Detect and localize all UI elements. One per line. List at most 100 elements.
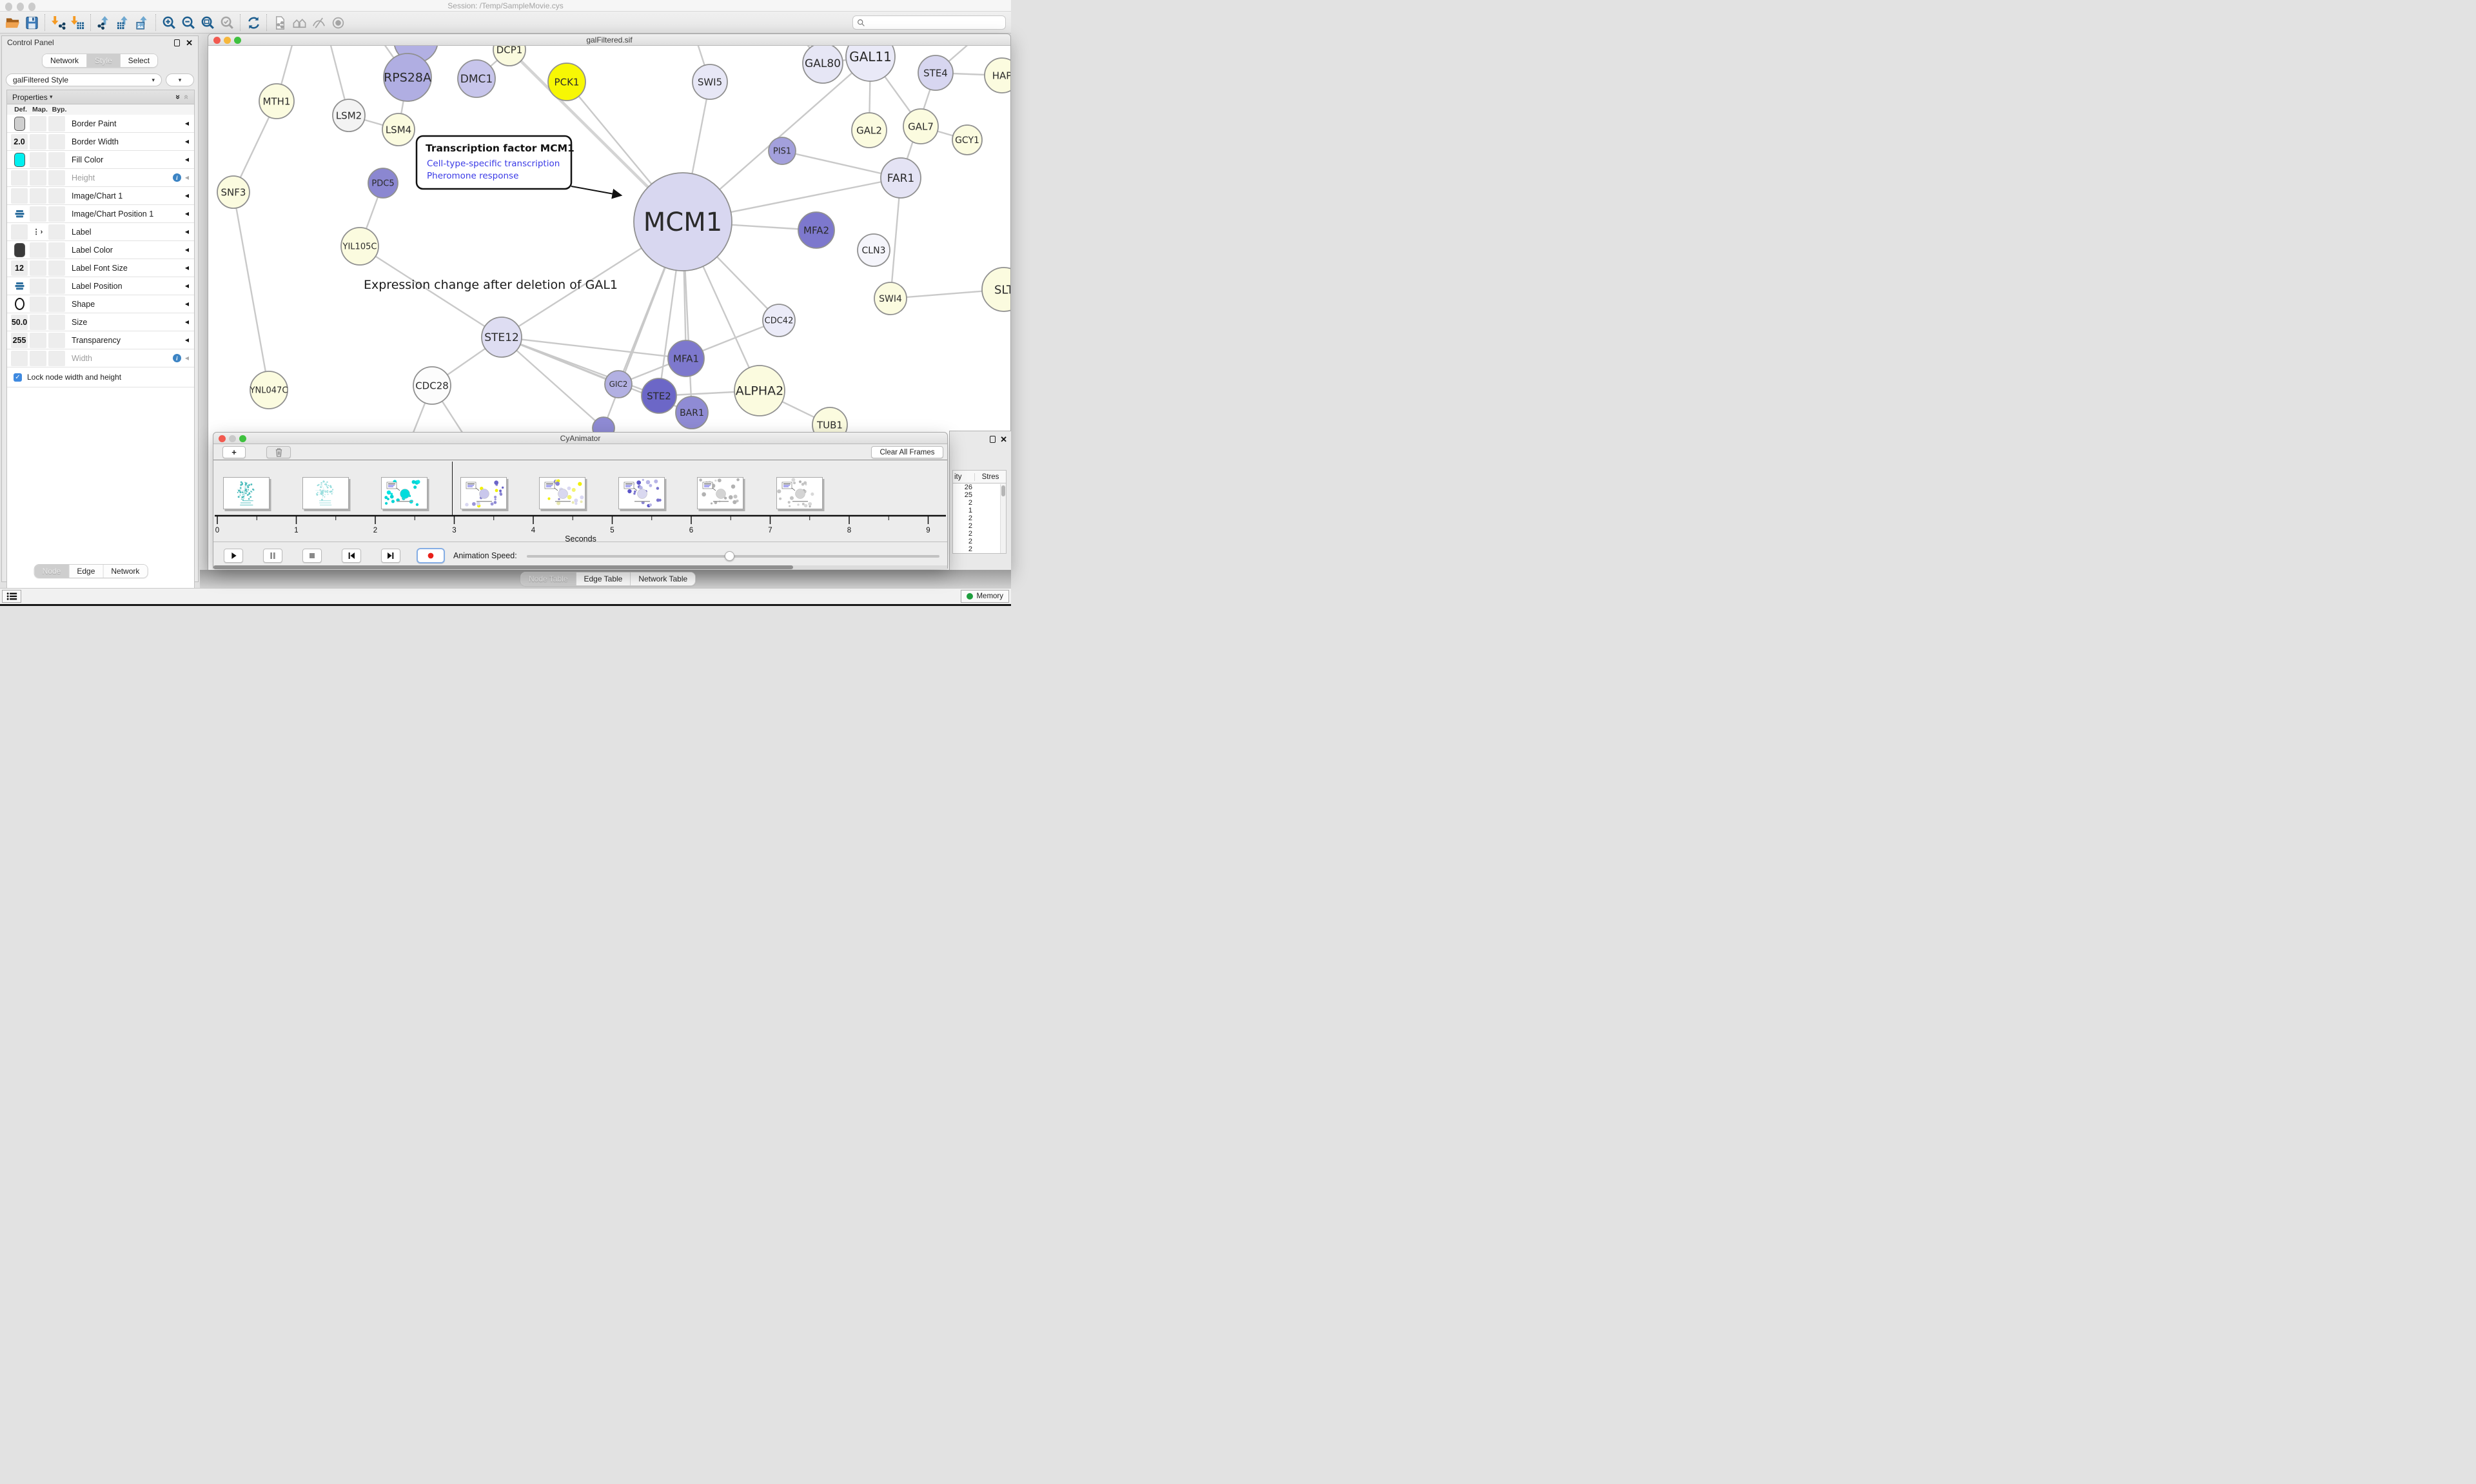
property-row-image-chart-1[interactable]: Image/Chart 1◀ <box>7 187 194 205</box>
search-input[interactable] <box>868 18 1005 27</box>
network-node-mfa2[interactable]: MFA2 <box>798 212 834 248</box>
lock-node-size-row[interactable]: ✓ Lock node width and height <box>7 367 194 387</box>
show-graphics-button[interactable] <box>328 14 348 32</box>
property-byp-cell[interactable] <box>48 242 65 258</box>
property-byp-cell[interactable] <box>48 170 65 186</box>
property-map-cell[interactable] <box>30 170 46 186</box>
expand-row-icon[interactable]: ◀ <box>185 355 189 361</box>
network-node-gal80[interactable]: GAL80 <box>803 46 843 83</box>
property-map-cell[interactable] <box>30 297 46 312</box>
table-row[interactable]: 2 <box>953 514 1006 522</box>
network-node-ste12[interactable]: STE12 <box>482 317 522 357</box>
network-node-lsm2[interactable]: LSM2 <box>333 99 365 132</box>
property-map-cell[interactable] <box>30 206 46 222</box>
property-map-cell[interactable] <box>30 315 46 330</box>
network-node-gal7[interactable]: GAL7 <box>903 109 938 144</box>
refresh-layout-button[interactable] <box>244 14 263 32</box>
property-row-label[interactable]: ⋮›Label◀ <box>7 223 194 241</box>
network-node-cdc28[interactable]: CDC28 <box>413 367 451 404</box>
expand-row-icon[interactable]: ◀ <box>185 193 189 199</box>
property-map-cell[interactable] <box>30 278 46 294</box>
network-node-bar1[interactable]: BAR1 <box>676 396 708 429</box>
property-byp-cell[interactable] <box>48 260 65 276</box>
tab-select[interactable]: Select <box>121 54 157 67</box>
property-map-cell[interactable] <box>30 152 46 168</box>
network-window-titlebar[interactable]: galFiltered.sif <box>208 34 1010 46</box>
expand-row-icon[interactable]: ◀ <box>185 121 189 126</box>
expand-row-icon[interactable]: ◀ <box>185 139 189 144</box>
animation-timeline[interactable]: 0123456789Seconds <box>213 460 947 542</box>
property-map-cell[interactable] <box>30 260 46 276</box>
tab-network[interactable]: Network <box>103 565 147 578</box>
collapse-all-icon[interactable]: « <box>182 95 192 99</box>
property-byp-cell[interactable] <box>48 206 65 222</box>
info-icon[interactable]: i <box>173 354 181 362</box>
property-def-cell[interactable] <box>11 351 28 366</box>
zoom-in-button[interactable] <box>159 14 179 32</box>
expand-row-icon[interactable]: ◀ <box>185 175 189 181</box>
export-table-button[interactable] <box>113 14 133 32</box>
property-map-cell[interactable] <box>30 333 46 348</box>
timeline-playhead[interactable] <box>452 462 453 516</box>
annotation-link[interactable]: Cell-type-specific transcription <box>427 159 560 169</box>
timeline-frame-6[interactable] <box>697 477 743 509</box>
network-node-cdc42[interactable]: CDC42 <box>763 304 795 337</box>
open-session-button[interactable] <box>3 14 22 32</box>
close-panel-icon[interactable]: ✕ <box>1000 435 1007 444</box>
property-def-cell[interactable]: 50.0 <box>11 315 28 330</box>
property-row-width[interactable]: Widthi◀ <box>7 349 194 367</box>
network-edge[interactable] <box>233 192 269 390</box>
property-map-cell[interactable] <box>30 351 46 366</box>
slider-thumb[interactable] <box>725 551 734 561</box>
zoom-out-button[interactable] <box>179 14 198 32</box>
pause-button[interactable] <box>263 549 282 563</box>
table-row[interactable]: 2 <box>953 499 1006 507</box>
network-node-cln3[interactable]: CLN3 <box>858 234 890 266</box>
property-def-cell[interactable] <box>11 152 28 168</box>
property-row-transparency[interactable]: 255Transparency◀ <box>7 331 194 349</box>
network-node-ste2[interactable]: STE2 <box>642 378 676 413</box>
network-node-mfa1[interactable]: MFA1 <box>668 340 704 376</box>
expand-row-icon[interactable]: ◀ <box>185 229 189 235</box>
network-node-far1[interactable]: FAR1 <box>881 158 921 198</box>
network-node-gcy1[interactable]: GCY1 <box>952 125 982 155</box>
network-node-dmc1[interactable]: DMC1 <box>458 60 495 97</box>
network-node-pdc5[interactable]: PDC5 <box>368 168 398 198</box>
canvas-caption-annotation[interactable]: Expression change after deletion of GAL1 <box>364 278 618 292</box>
delete-frame-button[interactable] <box>266 446 291 458</box>
network-node-slt[interactable]: SLT <box>982 268 1010 311</box>
memory-button[interactable]: Memory <box>961 590 1009 603</box>
property-byp-cell[interactable] <box>48 134 65 150</box>
save-session-button[interactable] <box>22 14 41 32</box>
property-map-cell[interactable] <box>30 242 46 258</box>
tab-edge-table[interactable]: Edge Table <box>576 572 631 585</box>
close-panel-icon[interactable]: ✕ <box>186 39 193 47</box>
property-row-size[interactable]: 50.0Size◀ <box>7 313 194 331</box>
horizontal-scrollbar[interactable] <box>213 565 947 569</box>
timeline-frame-1[interactable] <box>302 477 349 509</box>
annotation-box[interactable]: Transcription factor MCM1Cell-type-speci… <box>417 136 575 189</box>
timeline-frame-3[interactable] <box>460 477 507 509</box>
network-node-lsm4[interactable]: LSM4 <box>382 113 415 146</box>
property-def-cell[interactable] <box>11 206 28 222</box>
property-row-shape[interactable]: Shape◀ <box>7 295 194 313</box>
annotation-link[interactable]: Pheromone response <box>427 171 518 181</box>
info-icon[interactable]: i <box>173 173 181 182</box>
record-button[interactable] <box>417 548 445 563</box>
column-header[interactable]: ity <box>953 473 975 481</box>
property-def-cell[interactable] <box>11 224 28 240</box>
network-node-rps28a[interactable]: RPS28A <box>384 54 431 101</box>
property-map-cell[interactable]: ⋮› <box>30 224 46 240</box>
property-byp-cell[interactable] <box>48 351 65 366</box>
network-node-mth1[interactable]: MTH1 <box>259 84 294 119</box>
property-def-cell[interactable] <box>11 170 28 186</box>
column-header[interactable]: Stres <box>975 473 1006 481</box>
property-map-cell[interactable] <box>30 116 46 132</box>
timeline-frame-4[interactable] <box>539 477 585 509</box>
chevron-down-icon[interactable]: ▾ <box>50 93 53 101</box>
tab-node[interactable]: Node <box>35 565 70 578</box>
network-node-gal2[interactable]: GAL2 <box>852 113 887 148</box>
timeline-frame-0[interactable] <box>223 477 270 509</box>
skip-end-button[interactable] <box>381 549 400 563</box>
import-table-button[interactable] <box>68 14 87 32</box>
